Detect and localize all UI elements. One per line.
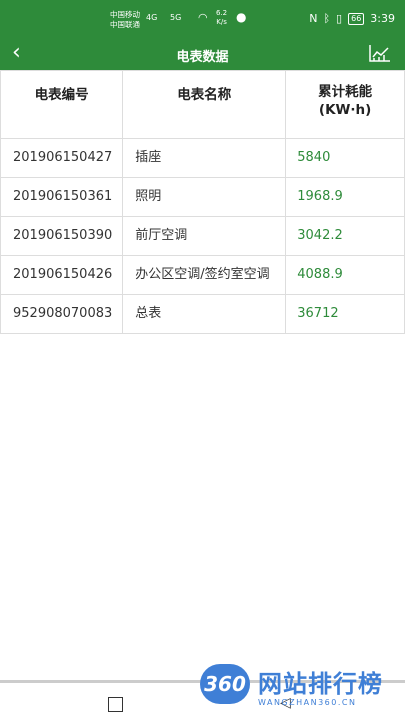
carrier-2: 中国联通 (110, 20, 140, 29)
meter-energy: 5840 (285, 138, 405, 178)
meter-id: 201906150390 (0, 216, 124, 256)
line-chart-icon[interactable] (369, 44, 391, 62)
meter-name: 照明 (122, 177, 287, 217)
clock: 3:39 (370, 12, 395, 25)
meter-energy: 4088.9 (285, 255, 405, 295)
recent-apps-icon[interactable] (108, 697, 123, 712)
wifi-icon: ◠ (198, 11, 208, 24)
meter-energy: 3042.2 (285, 216, 405, 256)
header-energy: 累计耗能 (KW·h) (285, 70, 405, 139)
meter-name: 总表 (122, 294, 287, 334)
watermark-badge: 360 (200, 664, 250, 704)
meter-energy: 1968.9 (285, 177, 405, 217)
header-meter-id: 电表编号 (0, 70, 124, 139)
meter-table: 电表编号 电表名称 累计耗能 (KW·h) 201906150427 插座 58… (0, 70, 405, 334)
table-header-row: 电表编号 电表名称 累计耗能 (KW·h) (0, 70, 405, 139)
page-title: 电表数据 (176, 50, 229, 65)
network-5g-label: 5G (170, 13, 182, 22)
qq-icon: ● (236, 10, 247, 24)
app-bar: ‹ 电表数据 (0, 38, 405, 70)
header-energy-label: 累计耗能 (318, 84, 373, 100)
net-speed-value: 6.2 (216, 9, 228, 17)
carrier-info: 中国移动 中国联通 (110, 10, 140, 30)
table-row[interactable]: 201906150390 前厅空调 3042.2 (0, 216, 405, 256)
net-speed: 6.2 K/s (216, 9, 227, 27)
status-right: N ᛒ ▯ 66 3:39 (309, 12, 395, 25)
header-meter-name: 电表名称 (122, 70, 287, 139)
header-energy-unit: (KW·h) (318, 102, 372, 118)
meter-name: 办公区空调/签约室空调 (122, 255, 287, 295)
meter-id: 201906150427 (0, 138, 124, 178)
battery-icon: 66 (348, 12, 365, 25)
watermark-subtext: WANGZHAN360.CN (258, 698, 357, 707)
meter-energy: 36712 (285, 294, 405, 334)
meter-id: 201906150426 (0, 255, 124, 295)
watermark-text: 网站排行榜 (258, 670, 383, 698)
meter-id: 952908070083 (0, 294, 124, 334)
bluetooth-icon: ᛒ (323, 12, 331, 25)
table-row[interactable]: 201906150361 照明 1968.9 (0, 177, 405, 217)
table-row[interactable]: 952908070083 总表 36712 (0, 294, 405, 334)
nfc-icon: N (309, 12, 318, 25)
vibrate-icon: ▯ (336, 12, 343, 25)
meter-name: 前厅空调 (122, 216, 287, 256)
status-bar: 中国移动 中国联通 4G 5G ◠ 6.2 K/s ● N ᛒ ▯ 66 3:3… (0, 0, 405, 38)
carrier-1: 中国移动 (110, 10, 140, 19)
table-row[interactable]: 201906150426 办公区空调/签约室空调 4088.9 (0, 255, 405, 295)
meter-name: 插座 (122, 138, 287, 178)
net-speed-unit: K/s (216, 18, 227, 26)
watermark-logo: 360 网站排行榜 WANGZHAN360.CN (200, 656, 405, 718)
network-4g-label: 4G (146, 13, 158, 22)
meter-id: 201906150361 (0, 177, 124, 217)
table-row[interactable]: 201906150427 插座 5840 (0, 138, 405, 178)
